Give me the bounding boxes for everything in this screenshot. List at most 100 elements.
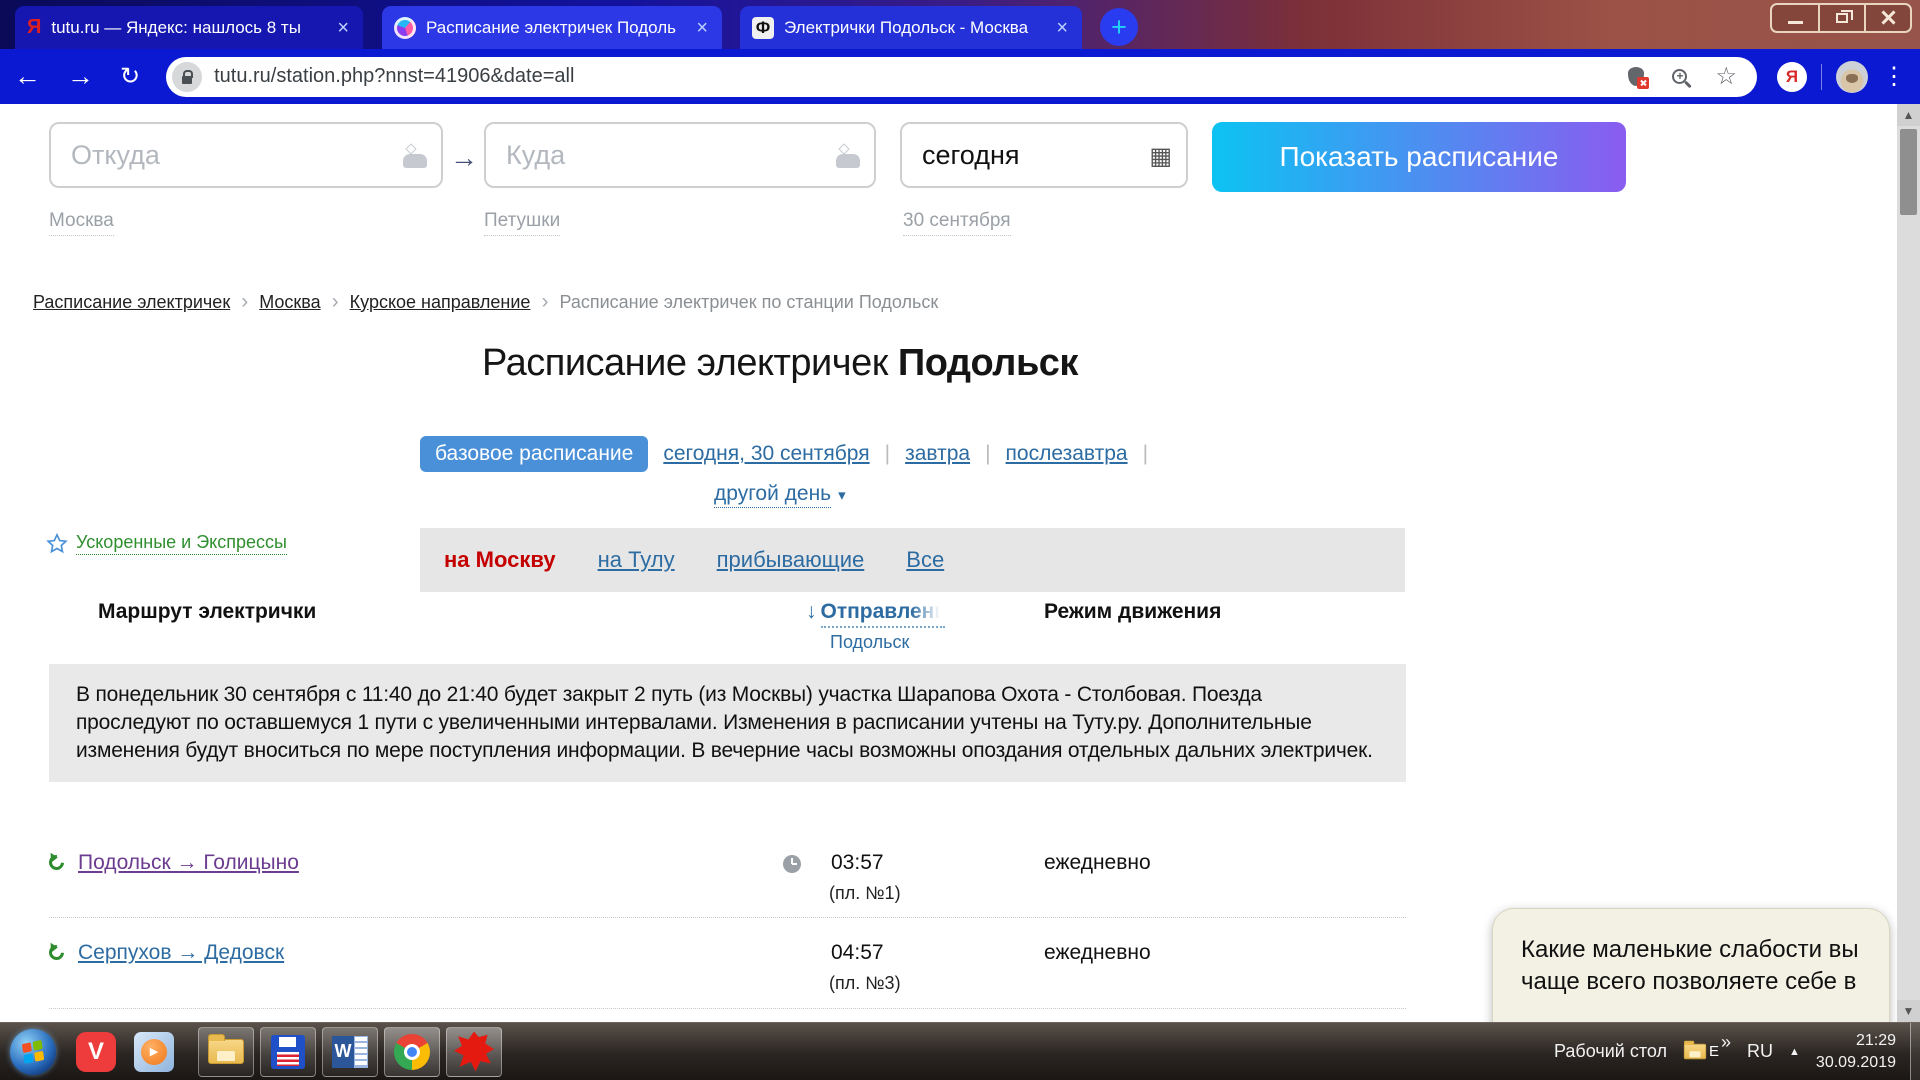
back-button[interactable]: ← bbox=[14, 63, 41, 90]
tab-title: Расписание электричек Подоль bbox=[426, 18, 684, 38]
tab-base-schedule[interactable]: базовое расписание bbox=[420, 436, 648, 472]
play-icon: ▶ bbox=[150, 1045, 158, 1058]
tab-close-icon[interactable]: × bbox=[335, 18, 351, 38]
breadcrumb-link-kurskoe[interactable]: Курское направление bbox=[350, 292, 531, 313]
new-tab-button[interactable]: + bbox=[1100, 8, 1138, 46]
desktop-screen: Я tutu.ru — Яндекс: нашлось 8 ты × Распи… bbox=[0, 0, 1920, 1080]
column-header-mode: Режим движения bbox=[1044, 600, 1221, 624]
breadcrumb-link-moscow[interactable]: Москва bbox=[259, 292, 320, 313]
chat-widget-bubble[interactable]: Какие маленькие слабости вы чаще всего п… bbox=[1492, 908, 1890, 1022]
restore-button[interactable] bbox=[1818, 5, 1864, 31]
filter-to-tula[interactable]: на Тулу bbox=[598, 547, 675, 573]
url-text[interactable]: tutu.ru/station.php?nnst=41906&date=all bbox=[214, 65, 574, 88]
trip-route-link[interactable]: Серпухов → Дедовск bbox=[78, 941, 284, 965]
taskbar-vivaldi-icon[interactable]: V bbox=[76, 1032, 116, 1072]
tab-tomorrow[interactable]: завтра bbox=[905, 442, 970, 466]
date-field-wrap: ▦ bbox=[900, 122, 1188, 188]
desktop-toolbar-label[interactable]: Рабочий стол bbox=[1554, 1041, 1667, 1062]
forward-button[interactable]: → bbox=[67, 63, 94, 90]
to-input[interactable] bbox=[486, 124, 874, 186]
schedule-date-tabs: базовое расписание сегодня, 30 сентября … bbox=[420, 436, 1320, 508]
minimize-icon bbox=[1788, 21, 1803, 24]
tray-folder-icon[interactable] bbox=[1684, 1044, 1706, 1060]
close-button[interactable] bbox=[1864, 5, 1910, 31]
filter-to-moscow-active[interactable]: на Москву bbox=[444, 547, 556, 573]
yandex-extension-icon[interactable]: Я bbox=[1777, 62, 1807, 92]
scroll-up-button[interactable]: ▲ bbox=[1897, 104, 1920, 126]
from-field-wrap bbox=[49, 122, 443, 188]
tab-close-icon[interactable]: × bbox=[694, 18, 710, 38]
profile-avatar[interactable] bbox=[1836, 61, 1868, 93]
chevron-right-icon: › bbox=[541, 290, 548, 314]
date-input[interactable] bbox=[902, 124, 1186, 186]
train-icon bbox=[403, 154, 427, 168]
track-closure-notice: В понедельник 30 сентября с 11:40 до 21:… bbox=[49, 664, 1406, 782]
separator: | bbox=[985, 442, 990, 466]
direction-filter-bar: на Москву на Тулу прибывающие Все bbox=[420, 528, 1405, 592]
from-input[interactable] bbox=[51, 124, 441, 186]
taskbar-word-button[interactable]: W bbox=[322, 1027, 378, 1077]
tab-today[interactable]: сегодня, 30 сентября bbox=[663, 442, 869, 466]
show-desktop-button[interactable] bbox=[1910, 1023, 1920, 1080]
taskbar-explorer-button[interactable] bbox=[198, 1027, 254, 1077]
filter-arriving[interactable]: прибывающие bbox=[717, 547, 865, 573]
column-header-departure-sort[interactable]: ↓ Отправление bbox=[806, 600, 945, 628]
clock-date: 30.09.2019 bbox=[1816, 1052, 1896, 1074]
from-suggestion-link[interactable]: Москва bbox=[49, 210, 114, 236]
language-indicator[interactable]: RU bbox=[1747, 1041, 1773, 1062]
tab-tutu-schedule[interactable]: Расписание электричек Подоль × bbox=[382, 6, 722, 49]
arrow-down-icon: ▼ bbox=[1903, 1004, 1915, 1018]
tab-close-icon[interactable]: × bbox=[1054, 18, 1070, 38]
calendar-icon[interactable]: ▦ bbox=[1149, 142, 1172, 171]
scroll-down-button[interactable]: ▼ bbox=[1897, 1000, 1920, 1022]
minimize-button[interactable] bbox=[1772, 5, 1818, 31]
reload-button[interactable]: ↻ bbox=[120, 65, 140, 89]
windows-taskbar: V ▶ W Рабочий стол Е » RU ▲ 21:29 30.09.… bbox=[0, 1022, 1920, 1080]
column-header-route: Маршрут электрички bbox=[98, 600, 316, 624]
to-field-wrap bbox=[484, 122, 876, 188]
scrollbar-thumb[interactable] bbox=[1900, 129, 1917, 215]
delay-warning-clock-icon[interactable] bbox=[783, 855, 801, 873]
express-trains-link[interactable]: Ускоренные и Экспрессы bbox=[76, 532, 287, 555]
tab-yandex-search[interactable]: Я tutu.ru — Яндекс: нашлось 8 ты × bbox=[15, 6, 363, 49]
chevron-down-icon: ▾ bbox=[838, 486, 846, 504]
tab-after-tomorrow[interactable]: послезавтра bbox=[1006, 442, 1128, 466]
taskbar-chrome-button[interactable] bbox=[384, 1027, 440, 1077]
to-suggestion-link[interactable]: Петушки bbox=[484, 210, 560, 236]
breadcrumb: Расписание электричек › Москва › Курское… bbox=[33, 290, 938, 314]
tab-other-day[interactable]: другой день bbox=[714, 482, 831, 508]
breadcrumb-link-schedules[interactable]: Расписание электричек bbox=[33, 292, 230, 313]
bookmark-star-icon[interactable]: ☆ bbox=[1715, 65, 1737, 89]
show-hidden-icons-button[interactable]: ▲ bbox=[1789, 1046, 1800, 1058]
filter-all[interactable]: Все bbox=[906, 547, 944, 573]
taskbar-media-player-icon[interactable]: ▶ bbox=[134, 1032, 174, 1072]
taskbar-tray: Рабочий стол Е » RU ▲ 21:29 30.09.2019 bbox=[1554, 1023, 1920, 1080]
departure-time: 04:57 bbox=[831, 941, 884, 965]
page-scrollbar[interactable]: ▲ ▼ bbox=[1897, 104, 1920, 1022]
tray-overflow-chevron-icon[interactable]: » bbox=[1721, 1032, 1731, 1053]
zoom-icon[interactable]: + bbox=[1672, 69, 1687, 84]
yandex-favicon-icon: Я bbox=[27, 16, 41, 39]
separator: | bbox=[885, 442, 890, 466]
taskbar-clock[interactable]: 21:29 30.09.2019 bbox=[1816, 1030, 1896, 1073]
trip-route-link[interactable]: Подольск → Голицыно bbox=[78, 851, 299, 875]
content-blocked-icon[interactable] bbox=[1628, 67, 1644, 86]
chevron-right-icon: › bbox=[241, 290, 248, 314]
taskbar-save-app-button[interactable] bbox=[260, 1027, 316, 1077]
taskbar-red-app-button[interactable] bbox=[446, 1027, 502, 1077]
site-info-chip[interactable] bbox=[172, 62, 202, 92]
browser-tabstrip: Я tutu.ru — Яндекс: нашлось 8 ты × Распи… bbox=[0, 0, 1920, 49]
start-button[interactable] bbox=[10, 1029, 56, 1075]
page-title-station: Подольск bbox=[898, 342, 1078, 384]
text-fade-overlay bbox=[911, 600, 945, 626]
show-schedule-button[interactable]: Показать расписание bbox=[1212, 122, 1626, 192]
tab-title: tutu.ru — Яндекс: нашлось 8 ты bbox=[51, 18, 325, 38]
floppy-disk-icon bbox=[271, 1035, 305, 1069]
tab-elektrichki[interactable]: Ф Электрички Подольск - Москва × bbox=[740, 6, 1082, 49]
run-mode: ежедневно bbox=[1044, 851, 1151, 875]
address-bar[interactable]: tutu.ru/station.php?nnst=41906&date=all … bbox=[166, 57, 1757, 97]
date-suggestion-link[interactable]: 30 сентября bbox=[903, 210, 1011, 236]
run-mode: ежедневно bbox=[1044, 941, 1151, 965]
chrome-menu-icon[interactable]: ⋮ bbox=[1882, 65, 1906, 89]
row-divider bbox=[49, 917, 1406, 918]
